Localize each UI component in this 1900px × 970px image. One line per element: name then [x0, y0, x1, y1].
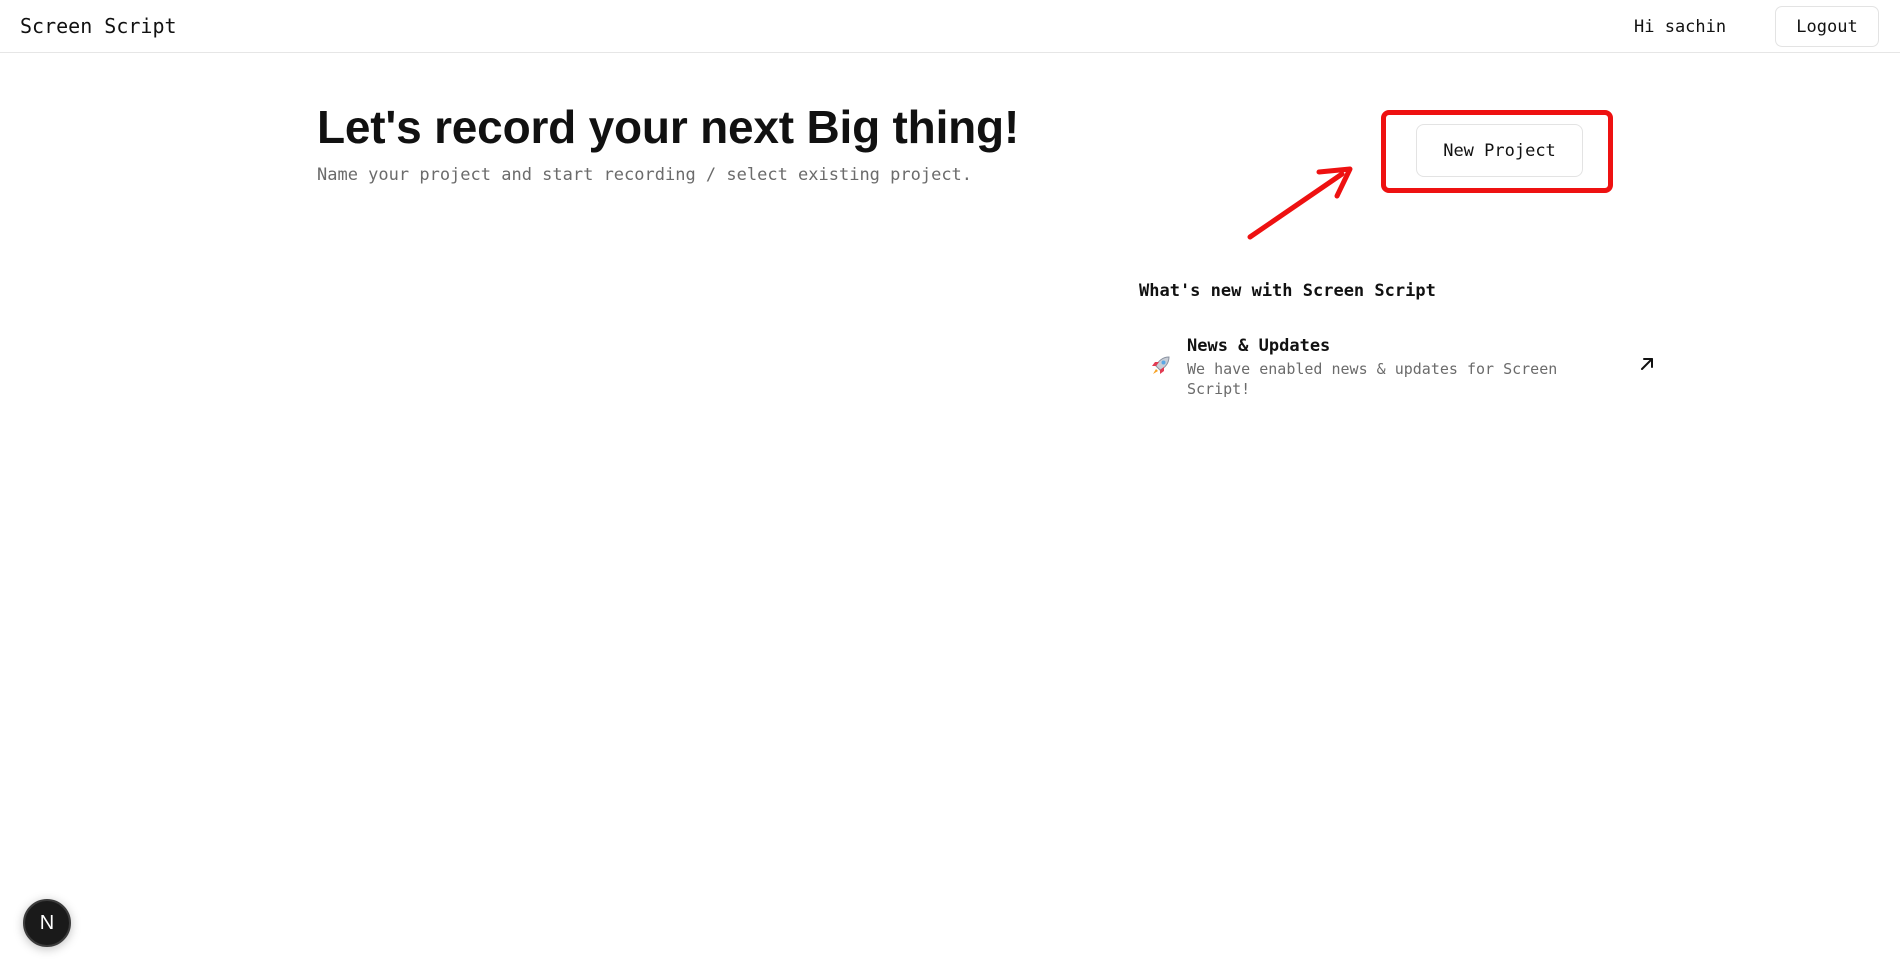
- whats-new-heading: What's new with Screen Script: [1139, 281, 1436, 301]
- arrow-up-right-icon[interactable]: [1638, 355, 1656, 373]
- brand-logo-text[interactable]: Screen Script: [20, 14, 177, 38]
- news-item-description: We have enabled news & updates for Scree…: [1187, 360, 1558, 398]
- page-title: Let's record your next Big thing!: [317, 101, 1020, 153]
- top-navbar: Screen Script Hi sachin Logout: [0, 0, 1900, 53]
- rocket-icon: [1152, 356, 1170, 374]
- news-updates-item[interactable]: News & Updates We have enabled news & up…: [1139, 330, 1669, 404]
- news-item-title: News & Updates: [1187, 336, 1331, 356]
- nextjs-dev-badge[interactable]: N: [23, 899, 71, 947]
- user-greeting: Hi sachin: [1634, 17, 1727, 37]
- logout-button[interactable]: Logout: [1775, 6, 1879, 47]
- page-subtitle: Name your project and start recording / …: [317, 165, 973, 185]
- annotation-arrow-icon: [1247, 166, 1353, 240]
- new-project-button[interactable]: New Project: [1416, 124, 1583, 177]
